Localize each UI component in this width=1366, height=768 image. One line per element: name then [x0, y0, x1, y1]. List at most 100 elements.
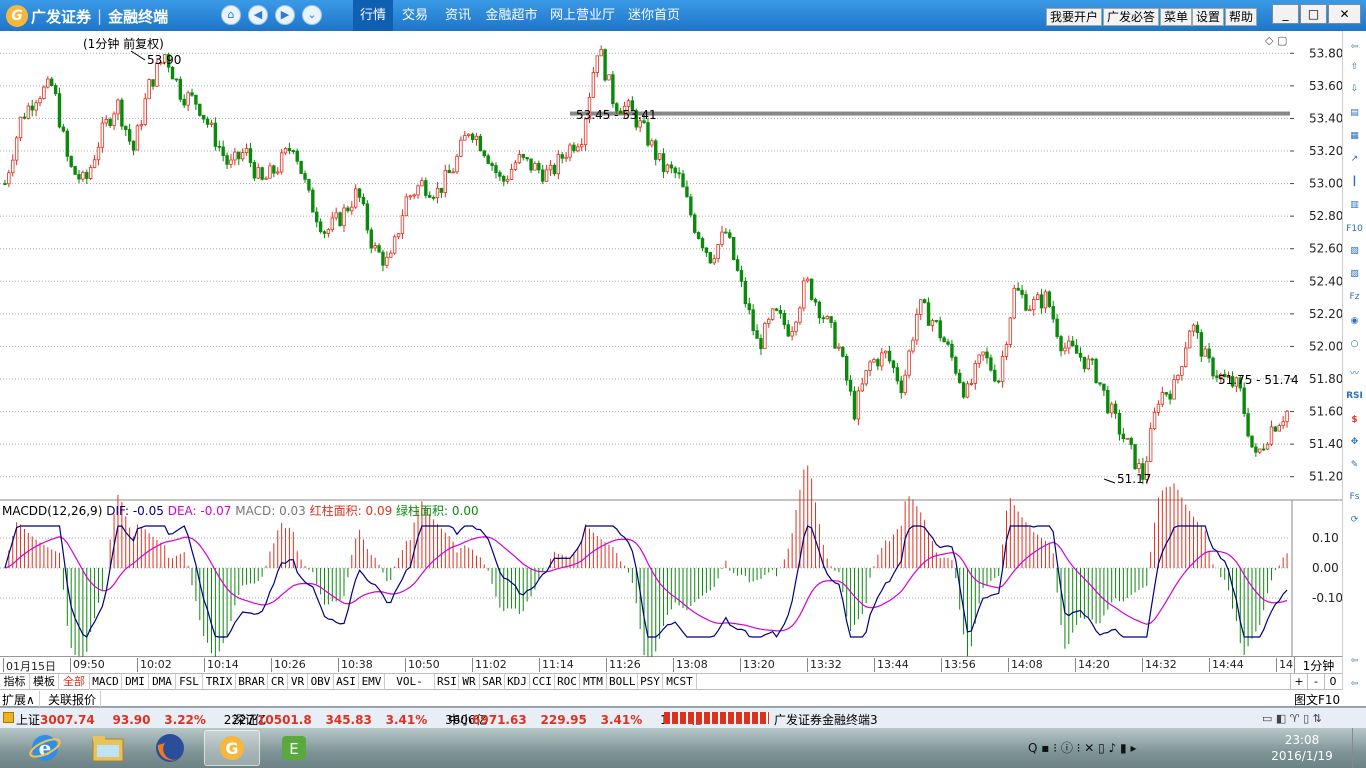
candle-body: [116, 99, 120, 115]
close-button[interactable]: ✕: [1328, 4, 1361, 24]
tab-roc[interactable]: ROC: [555, 674, 580, 690]
candle-body: [408, 195, 412, 198]
chart-area[interactable]: 53.80 53.60 53.40 53.20 53.00 52.80 52.60 52.40…: [0, 31, 1362, 672]
menu-4[interactable]: 网上营业厅: [546, 0, 619, 31]
candle-body: [767, 318, 771, 324]
tab-sar[interactable]: SAR: [480, 674, 505, 690]
candle-body: [147, 79, 151, 100]
toolbar-button-0[interactable]: 我要开户: [1046, 8, 1103, 26]
tab-macd[interactable]: MACD: [90, 674, 122, 690]
tab-dmi[interactable]: DMI: [122, 674, 149, 690]
tab-dma[interactable]: DMA: [149, 674, 176, 690]
refresh-icon[interactable]: ⟳: [1346, 512, 1363, 529]
toolbar-button-2[interactable]: 菜单: [1160, 8, 1193, 26]
tab-asi[interactable]: ASI: [334, 674, 359, 690]
candle-body: [1203, 348, 1207, 357]
related-quote-button[interactable]: 关联报价: [48, 691, 102, 708]
wave-icon[interactable]: 〰: [1346, 366, 1363, 383]
minimize-button[interactable]: _: [1272, 4, 1299, 24]
f10-icon[interactable]: F10: [1346, 221, 1363, 238]
circle-icon[interactable]: ○: [1346, 336, 1363, 353]
chart-options-icon[interactable]: ◇ ▢: [1265, 34, 1287, 47]
tab-emv[interactable]: EMV: [359, 674, 385, 690]
menu-5[interactable]: 迷你首页: [622, 0, 686, 31]
toolbar-button-1[interactable]: 广发必答: [1103, 8, 1160, 26]
tab-模板[interactable]: 模板: [30, 674, 59, 690]
gf-terminal-icon[interactable]: G: [204, 730, 260, 766]
clock-date[interactable]: 2016/1/19: [1262, 749, 1342, 763]
table-icon[interactable]: ▥: [1346, 197, 1363, 214]
tab-control-0[interactable]: +: [1290, 674, 1307, 690]
tab-cci[interactable]: CCI: [530, 674, 555, 690]
tab-mtm[interactable]: MTM: [580, 674, 607, 690]
tab-trix[interactable]: TRIX: [203, 674, 236, 690]
menu-1[interactable]: 交易: [395, 0, 435, 31]
move-icon[interactable]: ✥: [1346, 434, 1363, 451]
gauge-icon[interactable]: ◉: [1346, 313, 1363, 330]
list-icon[interactable]: ▤: [1346, 105, 1363, 122]
rsi-icon[interactable]: RSI: [1346, 388, 1363, 405]
tab-fsl[interactable]: FSL: [176, 674, 203, 690]
candle-body: [459, 139, 463, 157]
clock-time[interactable]: 23:08: [1262, 733, 1342, 747]
show-desktop-button[interactable]: [1352, 728, 1366, 768]
left-arrow-icon[interactable]: ⇦: [1346, 39, 1363, 56]
firefox-icon[interactable]: [142, 730, 198, 766]
explorer-icon[interactable]: [80, 730, 136, 766]
status-tray-icons[interactable]: ▭ ◧ ♈ ▯ ⇅: [1262, 712, 1322, 725]
tab-boll[interactable]: BOLL: [607, 674, 638, 690]
tab-control-2[interactable]: 0: [1324, 674, 1341, 690]
time-label-15: 14:08: [1008, 658, 1043, 672]
doc-icon[interactable]: ▧: [1346, 243, 1363, 260]
candle-body: [1137, 463, 1141, 470]
candle-body: [969, 382, 974, 385]
maximize-button[interactable]: □: [1300, 4, 1327, 24]
menu-2[interactable]: 资讯: [438, 0, 478, 31]
candle-body: [1191, 324, 1196, 332]
candle-body: [1074, 345, 1079, 354]
dollar-icon[interactable]: $: [1346, 412, 1363, 429]
toolbar-button-3[interactable]: 设置: [1192, 8, 1225, 26]
tab-obv[interactable]: OBV: [308, 674, 334, 690]
sh-index[interactable]: 上证3007.74 93.90 3.22% 2227亿: [16, 711, 266, 728]
up-arrow-icon[interactable]: ⇧: [1346, 59, 1363, 76]
tab-wr[interactable]: WR: [459, 674, 480, 690]
ie-icon[interactable]: e: [17, 730, 73, 766]
fs-icon[interactable]: Fs: [1346, 489, 1363, 506]
line-icon[interactable]: ↗: [1346, 151, 1363, 168]
tab-control-1[interactable]: -: [1307, 674, 1324, 690]
expand-button[interactable]: 扩展∧: [2, 691, 40, 708]
collapse-right-icon[interactable]: ⇦: [1346, 653, 1363, 670]
collapse-icon[interactable]: ⌄: [302, 5, 322, 25]
forward-icon[interactable]: ▶: [275, 5, 295, 25]
tab-vol-tdx[interactable]: VOL-TDX: [385, 674, 435, 704]
pencil-icon[interactable]: ✎: [1346, 457, 1363, 474]
tab-psy[interactable]: PSY: [638, 674, 663, 690]
menu-0[interactable]: 行情: [353, 0, 393, 31]
grid-icon[interactable]: ▦: [1346, 128, 1363, 145]
home-icon[interactable]: ⌂: [221, 5, 241, 25]
candle-body: [143, 98, 147, 125]
tab-cr[interactable]: CR: [268, 674, 288, 690]
fz-icon[interactable]: Fz: [1346, 289, 1363, 306]
tab-mcst[interactable]: MCST: [663, 674, 697, 690]
system-tray[interactable]: Q ▪ ⁝ ⓘ ⁝ ✕ ▯ ♪ ▮ ▸: [1028, 739, 1136, 756]
candle-body: [252, 162, 257, 179]
kline-chart[interactable]: 53.80 53.60 53.40 53.20 53.00 52.80 52.60 52.40…: [0, 31, 1362, 672]
tab-rsi[interactable]: RSI: [435, 674, 459, 690]
back-icon[interactable]: ◀: [248, 5, 268, 25]
tab-指标[interactable]: 指标: [0, 674, 30, 690]
evernote-icon[interactable]: E: [266, 730, 322, 766]
tab-brar[interactable]: BRAR: [236, 674, 268, 690]
toolbar-button-4[interactable]: 帮助: [1225, 8, 1258, 26]
f10-button[interactable]: 图文F10: [1294, 691, 1340, 708]
menu-3[interactable]: 金融超市: [480, 0, 543, 31]
tab-kdj[interactable]: KDJ: [505, 674, 530, 690]
kline-icon[interactable]: ┃: [1346, 174, 1363, 191]
notes-icon[interactable]: ▨: [1346, 266, 1363, 283]
tab-全部[interactable]: 全部: [59, 674, 90, 690]
down-arrow-icon[interactable]: ⇩: [1346, 81, 1363, 98]
tab-vr[interactable]: VR: [288, 674, 308, 690]
period-box[interactable]: 1分钟: [1294, 657, 1342, 673]
right-toolbar: ⇦ ⇧ ⇩ ▤ ▦ ↗ ┃ ▥ F10 ▧ ▨ Fz ◉ ○ 〰 RSI $ ✥ ✎ Fs ⟳ ⇦ ⇦: [1342, 31, 1366, 720]
